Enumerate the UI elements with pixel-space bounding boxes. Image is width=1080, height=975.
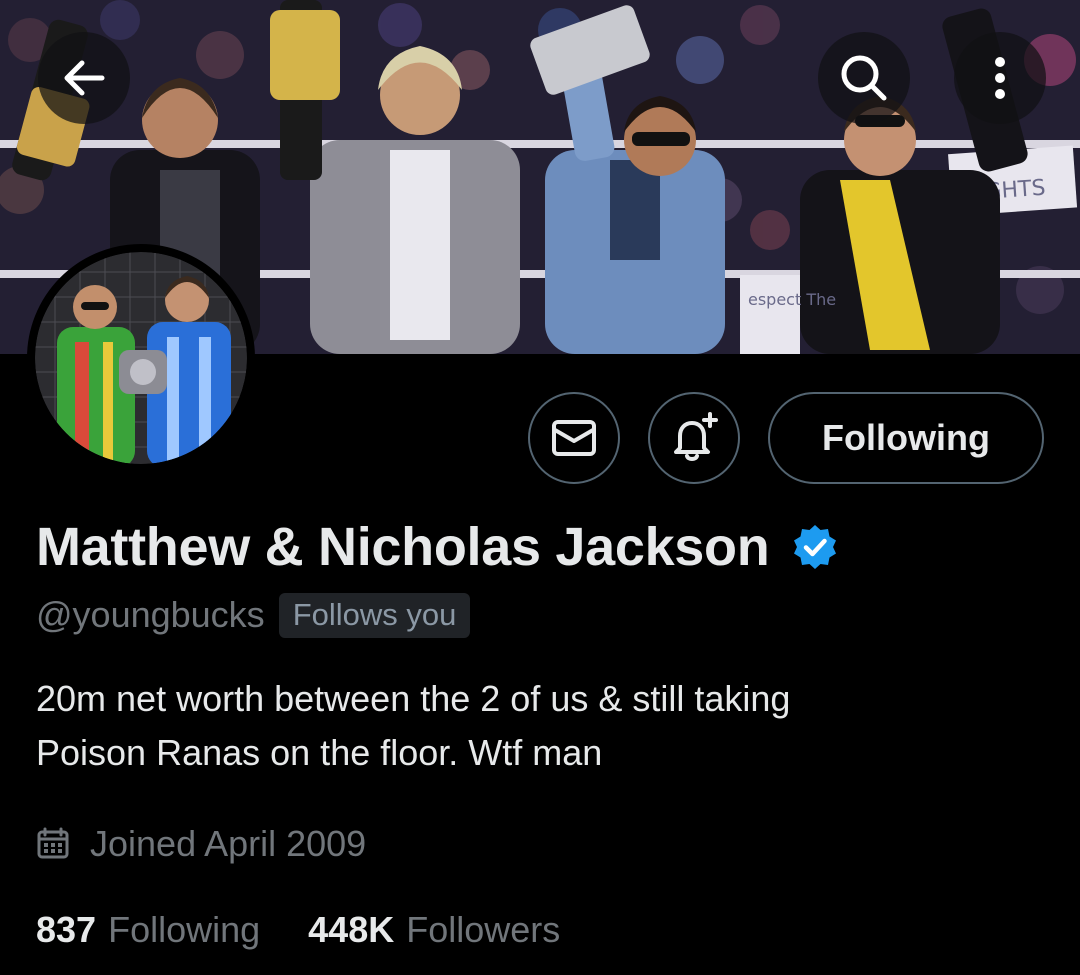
- arrow-left-icon: [64, 60, 105, 96]
- username-handle: @youngbucks: [36, 594, 265, 635]
- avatar-image: [35, 252, 247, 464]
- banner-sign2-text: espect The: [748, 290, 836, 309]
- followers-count: 448K: [308, 909, 395, 950]
- message-button[interactable]: [528, 392, 620, 484]
- profile-page: RIGHTS espect The Following Matthew & Ni…: [0, 0, 1080, 975]
- envelope-icon: [552, 420, 596, 456]
- follows-you-badge: Follows you: [278, 592, 471, 638]
- followers-count-link[interactable]: 448K Followers: [308, 909, 560, 951]
- profile-bio: 20m net worth between the 2 of us & stil…: [36, 672, 1036, 780]
- notifications-button[interactable]: [648, 392, 740, 484]
- back-button[interactable]: [38, 32, 130, 124]
- name-row: Matthew & Nicholas Jackson: [36, 512, 839, 582]
- verified-badge-icon[interactable]: [791, 523, 839, 571]
- joined-text: Joined April 2009: [90, 823, 367, 864]
- bell-plus-icon: [674, 412, 718, 461]
- search-icon: [841, 55, 887, 101]
- avatar[interactable]: [27, 244, 255, 472]
- calendar-icon: [37, 827, 69, 859]
- handle-row: @youngbucks Follows you: [36, 590, 471, 640]
- following-count-link[interactable]: 837 Following: [36, 909, 260, 951]
- search-button[interactable]: [818, 32, 910, 124]
- display-name: Matthew & Nicholas Jackson: [36, 517, 770, 577]
- followers-label: Followers: [406, 909, 561, 950]
- follow-stats: 837 Following 448K Followers: [36, 904, 560, 956]
- following-label: Following: [108, 909, 261, 950]
- joined-date: Joined April 2009: [36, 818, 366, 870]
- following-count: 837: [36, 909, 97, 950]
- bio-line: Poison Ranas on the floor. Wtf man: [36, 732, 603, 773]
- more-options-button[interactable]: [954, 32, 1046, 124]
- following-button[interactable]: Following: [768, 392, 1044, 484]
- more-vertical-icon: [995, 57, 1005, 99]
- bio-line: 20m net worth between the 2 of us & stil…: [36, 678, 791, 719]
